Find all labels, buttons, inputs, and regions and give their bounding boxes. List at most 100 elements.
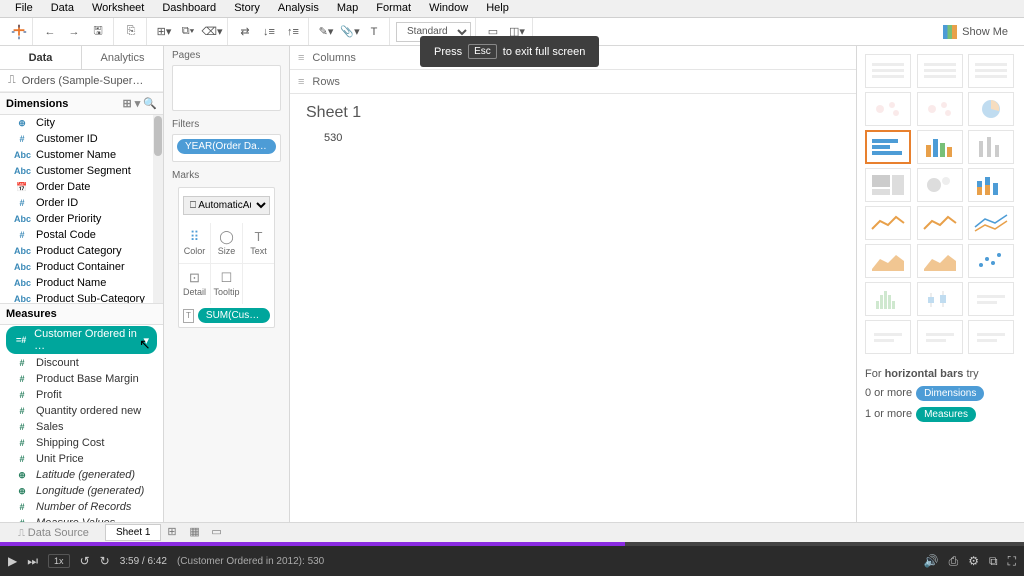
tab-data[interactable]: Data [0,46,82,69]
viz-type-table[interactable] [865,54,911,88]
rewind-button[interactable]: ↺ [80,554,90,568]
measure-sales[interactable]: #Sales [0,419,163,435]
viz-type-hbar[interactable] [865,130,911,164]
sort-desc-button[interactable]: ↑≡ [282,21,304,43]
group-button[interactable]: 📎▾ [339,21,361,43]
redo-button[interactable]: → [63,21,85,43]
viz-type-scatter[interactable] [968,244,1014,278]
viz-type-bullet[interactable] [968,320,1014,354]
filter-pill-year[interactable]: YEAR(Order Date): 2… [177,139,276,154]
volume-button[interactable]: 🔊 [924,554,939,568]
menu-data[interactable]: Data [42,0,83,17]
viz-type-hist[interactable] [865,282,911,316]
viz-type-table2[interactable] [917,54,963,88]
undo-button[interactable]: ← [39,21,61,43]
viz-type-circ[interactable] [917,168,963,202]
dimension-order-date[interactable]: 📅Order Date [0,179,163,195]
dimension-customer-name[interactable]: AbcCustomer Name [0,147,163,163]
tab-analytics[interactable]: Analytics [82,46,163,69]
viz-type-vbar[interactable] [917,130,963,164]
highlight-button[interactable]: ✎▾ [315,21,337,43]
clear-button[interactable]: ⌫▾ [201,21,223,43]
forward-button[interactable]: ↻ [100,554,110,568]
viz-type-lines[interactable] [968,206,1014,240]
dimension-customer-id[interactable]: #Customer ID [0,131,163,147]
measure-profit[interactable]: #Profit [0,387,163,403]
viz-type-tree[interactable] [865,168,911,202]
mark-color-button[interactable]: ⠿Color [179,223,210,263]
settings-button[interactable]: ⚙ [968,554,979,568]
viz-type-map2[interactable] [917,92,963,126]
filters-shelf[interactable]: YEAR(Order Date): 2… [172,134,281,162]
captions-button[interactable]: ⎙ [949,554,959,569]
menu-story[interactable]: Story [225,0,269,17]
dimension-product-sub-category[interactable]: AbcProduct Sub-Category [0,291,163,303]
viz-type-bars[interactable] [968,130,1014,164]
measure-unit-price[interactable]: #Unit Price [0,451,163,467]
measure-quantity-ordered-new[interactable]: #Quantity ordered new [0,403,163,419]
dimensions-menu-icon[interactable]: ⊞ ▾ 🔍 [122,97,157,110]
pip-button[interactable]: ⧉ [989,554,998,569]
sheet-title[interactable]: Sheet 1 [306,104,840,122]
menu-worksheet[interactable]: Worksheet [83,0,153,17]
measure-discount[interactable]: #Discount [0,355,163,371]
dimension-scrollbar[interactable] [153,115,163,303]
viz-type-area1[interactable] [865,244,911,278]
pages-shelf[interactable] [172,65,281,111]
viz-type-map1[interactable] [865,92,911,126]
dimension-postal-code[interactable]: #Postal Code [0,227,163,243]
show-me-button[interactable]: Show Me [933,25,1018,39]
dimension-order-priority[interactable]: AbcOrder Priority [0,211,163,227]
menu-file[interactable]: File [6,0,42,17]
dimension-customer-segment[interactable]: AbcCustomer Segment [0,163,163,179]
labels-button[interactable]: T [363,21,385,43]
fullscreen-button[interactable]: ⛶ [1008,554,1016,569]
mark-tooltip-button[interactable]: ☐Tooltip [211,264,242,304]
menu-help[interactable]: Help [477,0,518,17]
new-story-button[interactable]: ▭ [211,525,227,541]
play-button[interactable]: ▶ [8,554,17,568]
measure-shipping-cost[interactable]: #Shipping Cost [0,435,163,451]
skip-button[interactable]: ⏭ [27,554,38,569]
new-datasource-button[interactable]: ⎘ [120,21,142,43]
measure-latitude-generated-[interactable]: ⊕Latitude (generated) [0,467,163,483]
mark-text-button[interactable]: TText [243,223,274,263]
viz-type-line2[interactable] [917,206,963,240]
measure-customer-ordered-in-[interactable]: =#Customer Ordered in …▾ [6,326,157,354]
mark-size-button[interactable]: ◯Size [211,223,242,263]
viz-type-pie[interactable] [968,92,1014,126]
menu-format[interactable]: Format [367,0,420,17]
dimension-city[interactable]: ⊕City [0,115,163,131]
dimension-product-category[interactable]: AbcProduct Category [0,243,163,259]
new-worksheet-button[interactable]: ⊞▾ [153,21,175,43]
viz-type-area2[interactable] [917,244,963,278]
viz-type-table3[interactable] [968,54,1014,88]
menu-dashboard[interactable]: Dashboard [153,0,225,17]
viz-type-gantt2[interactable] [917,320,963,354]
menu-analysis[interactable]: Analysis [269,0,328,17]
viz-type-bars3[interactable] [968,282,1014,316]
menu-map[interactable]: Map [328,0,367,17]
mark-detail-button[interactable]: ⊡Detail [179,264,210,304]
measure-number-of-records[interactable]: #Number of Records [0,499,163,515]
menu-window[interactable]: Window [420,0,477,17]
mark-type-select[interactable]: ⎕ AutomaticAutomatic [183,196,270,215]
duplicate-button[interactable]: ⧉▾ [177,21,199,43]
measure-longitude-generated-[interactable]: ⊕Longitude (generated) [0,483,163,499]
tab-data-source[interactable]: ⎍ Data Source [8,525,99,541]
dimension-product-name[interactable]: AbcProduct Name [0,275,163,291]
datasource-row[interactable]: ⎍ Orders (Sample-Super… [0,70,163,92]
viz-type-line1[interactable] [865,206,911,240]
new-dashboard-button[interactable]: ▦ [189,525,205,541]
viz-type-box[interactable] [917,282,963,316]
speed-button[interactable]: 1x [48,554,70,568]
save-button[interactable]: 🖫 [87,21,109,43]
dimension-product-container[interactable]: AbcProduct Container [0,259,163,275]
viz-type-bars2[interactable] [968,168,1014,202]
new-sheet-button[interactable]: ⊞ [167,525,183,541]
mark-pill-sum[interactable]: SUM(Custome… [198,308,270,323]
dimension-order-id[interactable]: #Order ID [0,195,163,211]
tab-sheet-1[interactable]: Sheet 1 [105,524,161,541]
measure-product-base-margin[interactable]: #Product Base Margin [0,371,163,387]
sort-asc-button[interactable]: ↓≡ [258,21,280,43]
